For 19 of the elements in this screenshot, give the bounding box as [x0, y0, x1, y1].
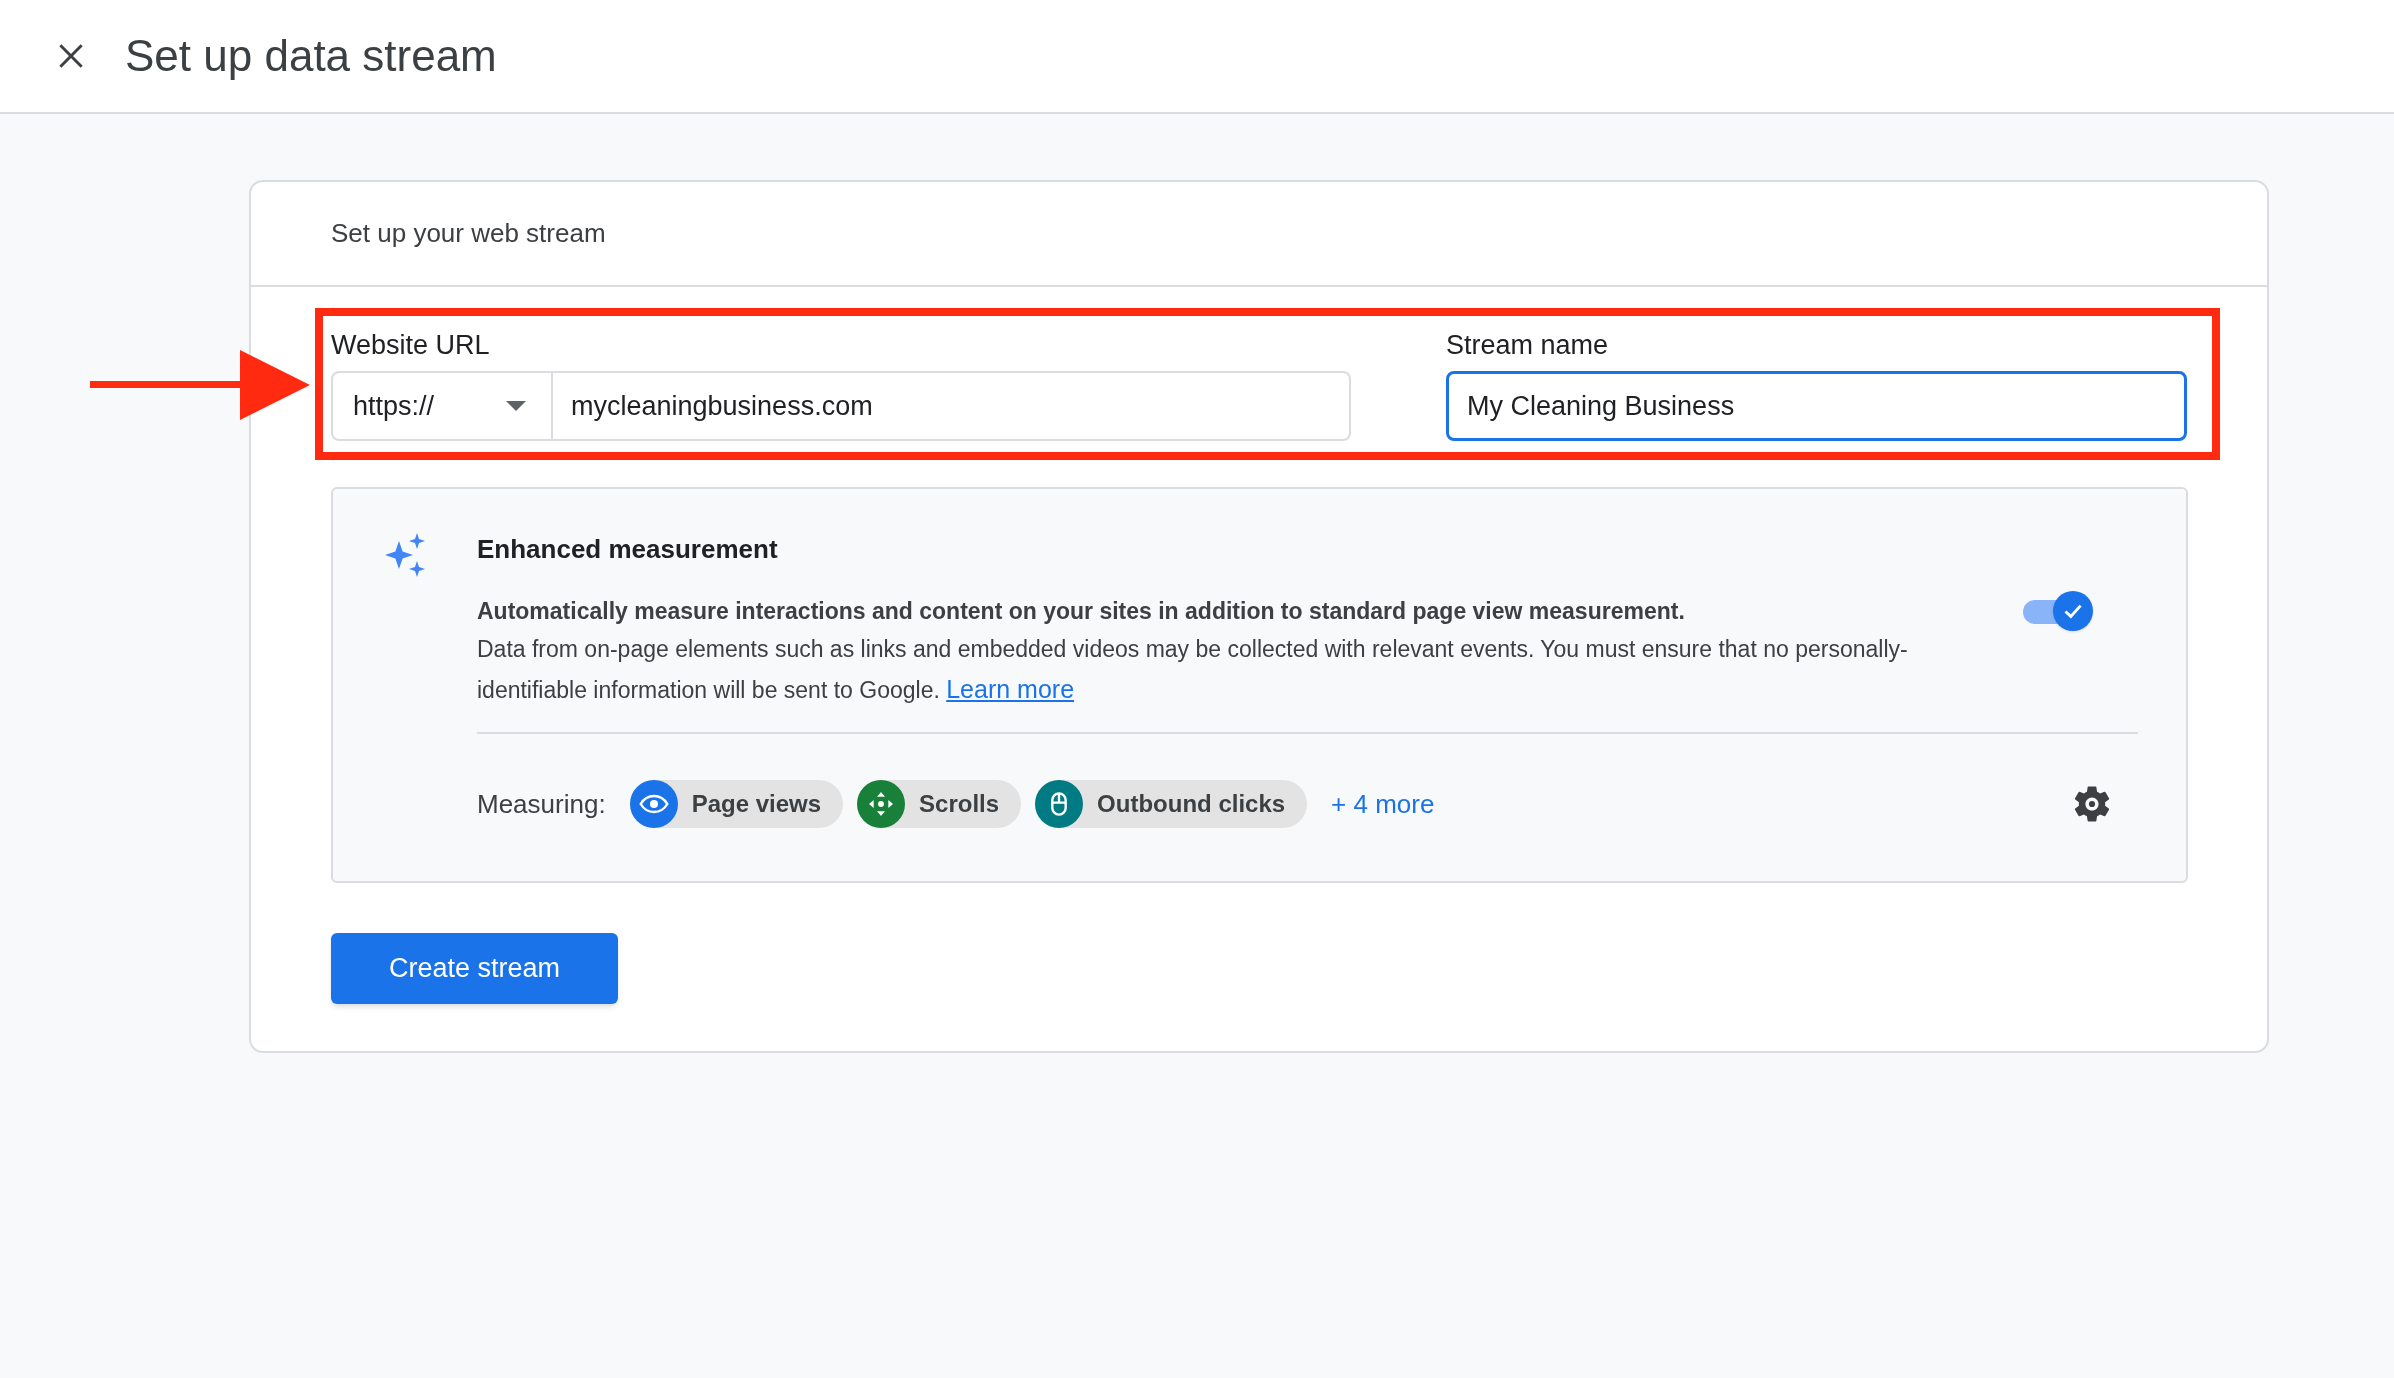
stream-name-input[interactable]: My Cleaning Business [1446, 371, 2187, 441]
caret-icon [506, 401, 526, 411]
more-link[interactable]: + 4 more [1331, 784, 1435, 824]
field-label: Stream name [1446, 329, 1610, 362]
protocol-dropdown[interactable]: https:// [331, 371, 553, 441]
page-title: Set up data stream [125, 30, 497, 82]
chip-label: Page views [691, 789, 822, 819]
learn-more-link[interactable]: Learn more [946, 675, 1075, 703]
card-title: Set up your web stream [331, 217, 606, 250]
description-text: Data from on-page elements such as links and embedded videos may be collected with relevant events. You must ensure that no personally-identifiable information will be sent to Google. Learn more [477, 635, 1909, 705]
section-title: Enhanced measurement [477, 533, 779, 566]
url-input[interactable]: mycleaningbusiness.com [553, 371, 1351, 441]
description-lead: Automatically measure interactions and content on your sites in addition to standard page view measurement. [477, 597, 1686, 626]
chip-label: Scrolls [919, 789, 1000, 819]
measuring-label: Measuring: [477, 787, 606, 821]
create-stream-button[interactable]: Create stream [331, 933, 618, 1004]
field-label: Website URL [331, 329, 491, 362]
dropdown-value: https:// [353, 389, 435, 423]
chip-label: Outbound clicks [1097, 789, 1286, 819]
